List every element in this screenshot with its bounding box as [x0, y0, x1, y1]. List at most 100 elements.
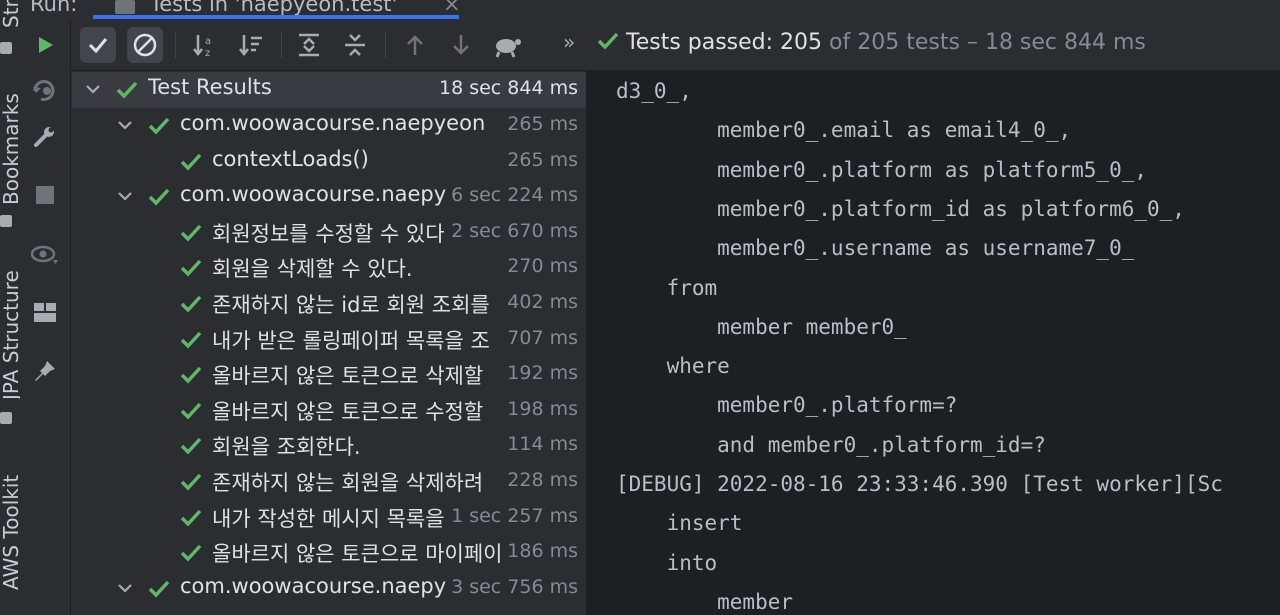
chevron-down-icon[interactable] — [116, 116, 134, 134]
passed-check-icon — [180, 402, 202, 420]
test-case-row[interactable]: 올바르지 않은 토큰으로 마이페이 186 ms — [72, 535, 586, 571]
chevron-down-icon[interactable] — [116, 579, 134, 597]
test-name: 내가 받은 롤링페이퍼 목록을 조 — [212, 328, 490, 353]
arrow-up-icon[interactable] — [397, 27, 433, 63]
test-name: 올바르지 않은 토큰으로 삭제할 — [212, 364, 484, 389]
test-name: 올바르지 않은 토큰으로 마이페이 — [212, 542, 503, 567]
eye-icon[interactable] — [28, 238, 62, 272]
console-output[interactable]: d3_0_, member0_.email as email4_0_, memb… — [592, 71, 1280, 615]
passed-check-icon — [180, 224, 202, 242]
tests-time-label: – 18 sec 844 ms — [966, 30, 1146, 55]
test-case-row[interactable]: 내가 작성한 메시지 목록을 1 sec 257 ms — [72, 500, 586, 536]
console-line: member — [616, 589, 794, 614]
test-name: contextLoads() — [212, 146, 369, 171]
test-case-row[interactable]: 올바르지 않은 토큰으로 수정할 198 ms — [72, 393, 586, 429]
console-line: insert — [616, 511, 743, 536]
test-name: 회원을 삭제할 수 있다. — [212, 257, 413, 282]
layout-icon[interactable] — [28, 296, 62, 330]
rerun-failed-icon[interactable] — [28, 74, 62, 108]
sort-alpha-icon[interactable]: az — [187, 27, 223, 63]
console-line: where — [616, 354, 730, 379]
console-line: into — [616, 550, 718, 575]
passed-check-icon — [180, 331, 202, 349]
passed-check-icon — [180, 295, 202, 313]
toolbar-separator — [175, 32, 176, 58]
console-line: member0_.email as email4_0_, — [616, 118, 1072, 143]
test-duration: 6 sec 224 ms — [447, 184, 578, 207]
test-duration: 707 ms — [503, 326, 578, 349]
toolbar-separator — [385, 32, 386, 58]
active-tab-indicator — [93, 15, 459, 19]
passed-check-icon — [180, 473, 202, 491]
passed-check-icon — [180, 367, 202, 384]
test-case-row[interactable]: 회원정보를 수정할 수 있다 2 sec 670 ms — [72, 215, 586, 251]
play-icon[interactable] — [28, 28, 62, 62]
test-case-row[interactable]: 내가 받은 롤링페이퍼 목록을 조 707 ms — [72, 322, 586, 358]
chevron-down-icon[interactable] — [84, 80, 102, 98]
wrench-icon[interactable] — [28, 120, 62, 154]
run-actions — [20, 20, 71, 615]
check-icon[interactable] — [80, 27, 116, 63]
test-suite-row[interactable]: com.woowacourse.naepyeon 6 sec 224 ms — [72, 179, 586, 215]
test-name: com.woowacourse.naepyeon — [180, 182, 486, 207]
chevron-down-icon[interactable] — [116, 187, 134, 205]
passed-check-icon — [148, 117, 170, 135]
structure-tab[interactable]: Structure — [0, 0, 20, 28]
ignored-icon[interactable] — [127, 27, 163, 63]
double-chevron-icon[interactable]: » — [563, 30, 575, 54]
test-duration: 186 ms — [503, 540, 578, 563]
test-duration: 270 ms — [503, 255, 578, 278]
test-case-row[interactable]: 회원을 삭제할 수 있다. 270 ms — [72, 250, 586, 286]
tool-window-strip: Structure Bookmarks JPA Structure AWS To… — [0, 0, 21, 615]
test-duration: 3 sec 756 ms — [447, 575, 578, 598]
pin-icon[interactable] — [28, 354, 62, 388]
test-status: Tests passed: 205 of 205 tests – 18 sec … — [597, 30, 1146, 55]
console-line: member0_.username as username7_0_ — [616, 236, 1135, 261]
structure-icon — [0, 42, 12, 54]
test-duration: 198 ms — [503, 397, 578, 420]
test-name: 존재하지 않는 회원을 삭제하려 — [212, 471, 484, 495]
stop-icon[interactable] — [28, 178, 62, 212]
test-case-row[interactable]: 존재하지 않는 회원을 삭제하려 228 ms — [72, 464, 586, 500]
tree-root-row[interactable]: Test Results 18 sec 844 ms — [72, 72, 586, 108]
test-suite-row[interactable]: com.woowacourse.naepyeon 265 ms — [72, 108, 586, 144]
test-duration: 402 ms — [503, 291, 578, 313]
passed-check-icon — [116, 81, 138, 99]
test-name: 회원정보를 수정할 수 있다 — [212, 221, 445, 246]
console-line: from — [616, 275, 718, 300]
bookmarks-tab[interactable]: Bookmarks — [0, 93, 20, 205]
passed-check-icon — [180, 545, 202, 562]
test-suite-row[interactable]: com.woowacourse.naepyeon 3 sec 756 ms — [72, 571, 586, 607]
test-name: com.woowacourse.naepyeon — [180, 573, 486, 598]
toolbar-separator — [281, 32, 282, 58]
passed-check-icon — [180, 153, 202, 171]
console-line: [DEBUG] 2022-08-16 23:33:46.390 [Test wo… — [616, 472, 1223, 496]
jpa-structure-tab[interactable]: JPA Structure — [0, 270, 20, 400]
turtle-icon[interactable] — [489, 27, 525, 63]
jpa-icon — [0, 412, 12, 424]
test-duration: 265 ms — [503, 113, 578, 135]
test-duration: 2 sec 670 ms — [447, 219, 578, 242]
status-check-icon — [597, 32, 619, 50]
test-tab[interactable]: Tests in 'naepyeon.test' — [150, 0, 397, 16]
run-label: Run: — [30, 0, 78, 16]
test-case-row[interactable]: contextLoads() 265 ms — [72, 144, 586, 180]
aws-toolkit-tab[interactable]: AWS Toolkit — [0, 475, 20, 590]
test-duration: 228 ms — [503, 469, 578, 491]
test-case-row[interactable]: 존재하지 않는 id로 회원 조회를 402 ms — [72, 286, 586, 322]
test-name: 존재하지 않는 id로 회원 조회를 — [212, 293, 490, 317]
tests-passed-label: Tests passed: 205 — [626, 30, 823, 55]
expand-all-icon[interactable] — [291, 27, 327, 63]
test-case-row[interactable]: 올바르지 않은 토큰으로 삭제할 192 ms — [72, 357, 586, 393]
svg-text:z: z — [205, 48, 210, 58]
collapse-all-icon[interactable] — [337, 27, 373, 63]
svg-text:a: a — [205, 36, 211, 47]
test-name: com.woowacourse.naepyeon — [180, 111, 486, 135]
test-tab-icon — [115, 0, 135, 14]
console-line: member0_.platform=? — [616, 393, 958, 418]
sort-duration-icon[interactable] — [233, 27, 269, 63]
close-tab-icon[interactable]: × — [443, 0, 461, 16]
test-results-tree: Test Results 18 sec 844 ms com.woowacour… — [72, 71, 586, 615]
arrow-down-icon[interactable] — [443, 27, 479, 63]
test-case-row[interactable]: 회원을 조회한다. 114 ms — [72, 428, 586, 464]
